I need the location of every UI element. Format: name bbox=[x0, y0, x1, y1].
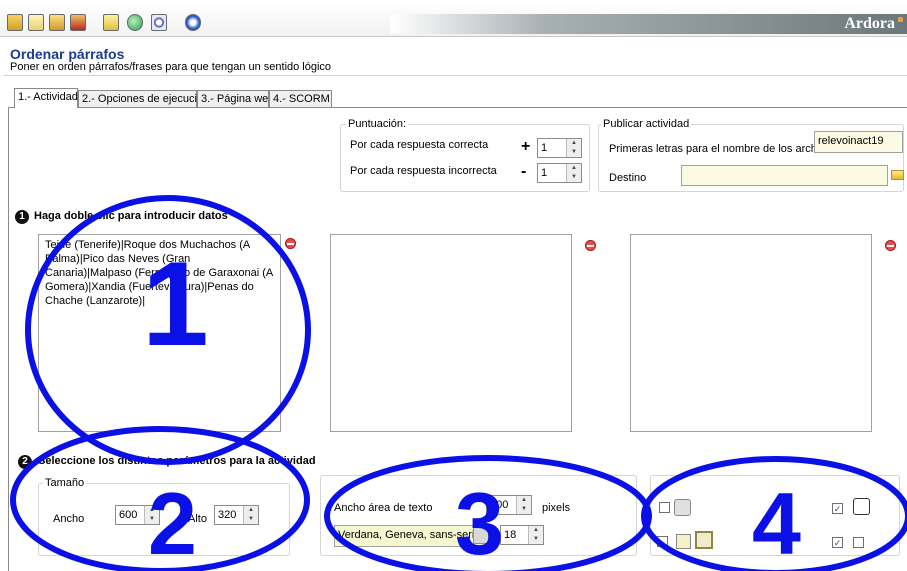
brand-bar: Ardora bbox=[390, 14, 907, 34]
incorrect-label: Por cada respuesta incorrecta bbox=[350, 165, 497, 177]
data-textbox-1[interactable]: Teide (Tenerife)|Roque dos Muchachos (A … bbox=[38, 234, 281, 432]
correct-label: Por cada respuesta correcta bbox=[350, 139, 489, 151]
cursor-style-swatch[interactable] bbox=[853, 498, 870, 515]
height-value: 320 bbox=[218, 509, 237, 521]
prefix-label: Primeras letras para el nombre de los ar… bbox=[609, 143, 837, 155]
stepper-arrows[interactable]: ▲ ▼ bbox=[566, 139, 581, 157]
tab-opciones-ejecucion[interactable]: 2.- Opciones de ejecución bbox=[78, 90, 209, 107]
height-stepper[interactable]: 320 ▲ ▼ bbox=[214, 505, 259, 525]
text-area-label: Ancho área de texto bbox=[334, 502, 433, 514]
text-area-value: 500 bbox=[490, 499, 509, 511]
incorrect-score-stepper[interactable]: 1 ▲ ▼ bbox=[537, 163, 582, 183]
plus-sign: + bbox=[521, 138, 531, 155]
height-label: Alto bbox=[188, 513, 207, 525]
arrow-up-icon[interactable]: ▲ bbox=[567, 164, 581, 173]
brand-logo: Ardora bbox=[844, 15, 895, 32]
font-size-stepper[interactable]: 18 ▲ ▼ bbox=[500, 525, 544, 545]
publish-legend: Publicar actividad bbox=[601, 118, 692, 130]
arrow-down-icon[interactable]: ▼ bbox=[145, 515, 159, 524]
step-2-badge: 2 bbox=[18, 455, 32, 469]
arrow-up-icon[interactable]: ▲ bbox=[529, 526, 543, 535]
preview-icon[interactable] bbox=[151, 14, 167, 31]
stepper-arrows[interactable]: ▲ ▼ bbox=[243, 506, 258, 524]
arrow-down-icon[interactable]: ▼ bbox=[567, 173, 581, 182]
shadow-checkbox-checked[interactable]: ✓ bbox=[832, 537, 843, 548]
background-checkbox[interactable] bbox=[657, 536, 668, 547]
arrow-up-icon[interactable]: ▲ bbox=[145, 506, 159, 515]
correct-score-value: 1 bbox=[541, 142, 548, 154]
save-icon[interactable] bbox=[7, 14, 23, 31]
stepper-arrows[interactable]: ▲ ▼ bbox=[528, 526, 543, 544]
scoring-legend: Puntuación: bbox=[346, 118, 409, 130]
color-picker-button[interactable] bbox=[473, 524, 489, 544]
stepper-arrows[interactable]: ▲ ▼ bbox=[516, 496, 531, 514]
font-select[interactable]: Verdana, Geneva, sans-serif bbox=[334, 525, 492, 547]
copy-icon[interactable] bbox=[49, 14, 65, 31]
page-title: Ordenar párrafos bbox=[10, 46, 125, 62]
toolbar: Ardora bbox=[0, 0, 907, 37]
text-area-stepper[interactable]: 500 ▲ ▼ bbox=[486, 495, 532, 515]
width-stepper[interactable]: 600 ▲ ▼ bbox=[115, 505, 160, 525]
step-1-heading: Haga doble clic para introducir datos bbox=[34, 210, 228, 222]
minus-sign: - bbox=[521, 163, 527, 180]
tab-scorm[interactable]: 4.- SCORM bbox=[269, 90, 332, 107]
window-icon[interactable] bbox=[103, 14, 119, 31]
arrow-down-icon[interactable]: ▼ bbox=[244, 515, 258, 524]
help-icon[interactable] bbox=[185, 14, 201, 31]
arrow-up-icon[interactable]: ▲ bbox=[244, 506, 258, 515]
destination-input[interactable] bbox=[681, 165, 888, 186]
brand-mark-icon bbox=[898, 17, 903, 22]
divider bbox=[4, 75, 907, 76]
page-icon[interactable] bbox=[70, 14, 86, 31]
border-checkbox[interactable] bbox=[659, 502, 670, 513]
text-area-unit: pixels bbox=[542, 502, 571, 514]
step-2-heading: Seleccione los distintos parámetros para… bbox=[38, 455, 316, 467]
destination-label: Destino bbox=[609, 172, 647, 184]
arrow-up-icon[interactable]: ▲ bbox=[567, 139, 581, 148]
folder-icon[interactable] bbox=[891, 170, 904, 180]
width-value: 600 bbox=[119, 509, 138, 521]
remove-icon[interactable] bbox=[885, 240, 896, 251]
correct-score-stepper[interactable]: 1 ▲ ▼ bbox=[537, 138, 582, 158]
prefix-input[interactable]: relevoinact19 bbox=[814, 131, 903, 153]
arrow-down-icon[interactable]: ▼ bbox=[517, 505, 531, 514]
arrow-up-icon[interactable]: ▲ bbox=[517, 496, 531, 505]
arrow-down-icon[interactable]: ▼ bbox=[567, 148, 581, 157]
background-color-swatch[interactable] bbox=[676, 534, 691, 549]
option-checkbox-checked[interactable]: ✓ bbox=[832, 503, 843, 514]
document-icon[interactable] bbox=[28, 14, 44, 31]
remove-icon[interactable] bbox=[585, 240, 596, 251]
step-1-badge: 1 bbox=[15, 210, 29, 224]
stepper-arrows[interactable]: ▲ ▼ bbox=[144, 506, 159, 524]
extra-checkbox[interactable] bbox=[853, 537, 864, 548]
globe-icon[interactable] bbox=[127, 14, 143, 31]
font-size-value: 18 bbox=[504, 529, 517, 541]
size-legend: Tamaño bbox=[43, 477, 87, 489]
arrow-down-icon[interactable]: ▼ bbox=[529, 535, 543, 544]
page-subtitle: Poner en orden párrafos/frases para que … bbox=[10, 61, 332, 73]
remove-icon[interactable] bbox=[285, 238, 296, 249]
data-textbox-2[interactable] bbox=[330, 234, 572, 432]
width-label: Ancho bbox=[53, 513, 85, 525]
incorrect-score-value: 1 bbox=[541, 167, 548, 179]
stepper-arrows[interactable]: ▲ ▼ bbox=[566, 164, 581, 182]
tab-actividad[interactable]: 1.- Actividad bbox=[14, 88, 78, 108]
tab-pagina-web[interactable]: 3.- Página web bbox=[197, 90, 274, 107]
data-textbox-3[interactable] bbox=[630, 234, 872, 432]
border-style-swatch[interactable] bbox=[674, 499, 691, 516]
frame-color-swatch[interactable] bbox=[695, 531, 713, 549]
